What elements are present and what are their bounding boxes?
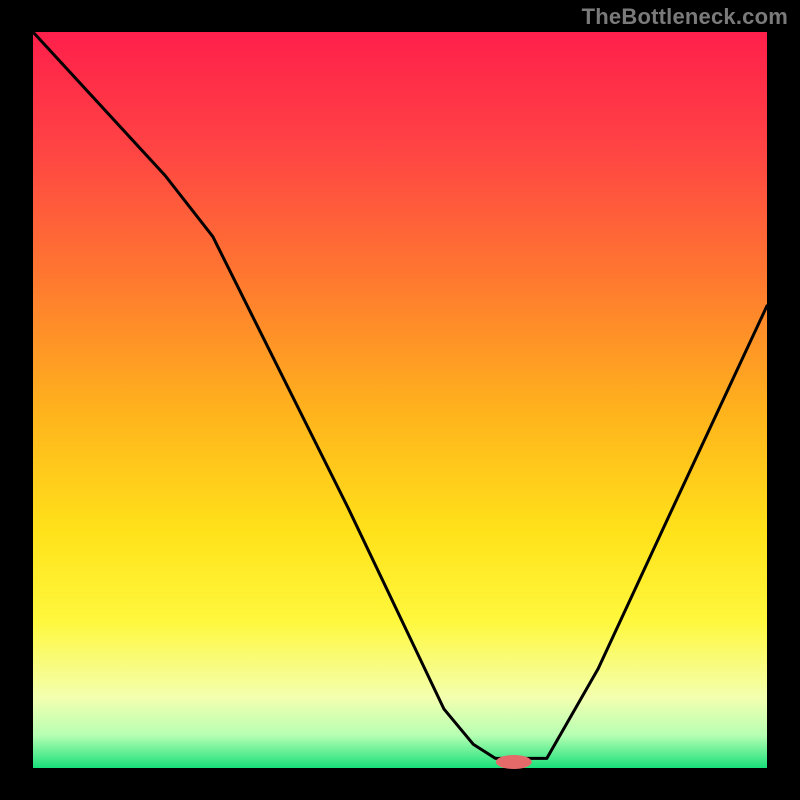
gradient-background [33,32,767,768]
chart-stage: { "watermark": "TheBottleneck.com", "plo… [0,0,800,800]
plot-svg [0,0,800,800]
optimal-marker [496,755,532,769]
watermark-text: TheBottleneck.com [582,4,788,30]
